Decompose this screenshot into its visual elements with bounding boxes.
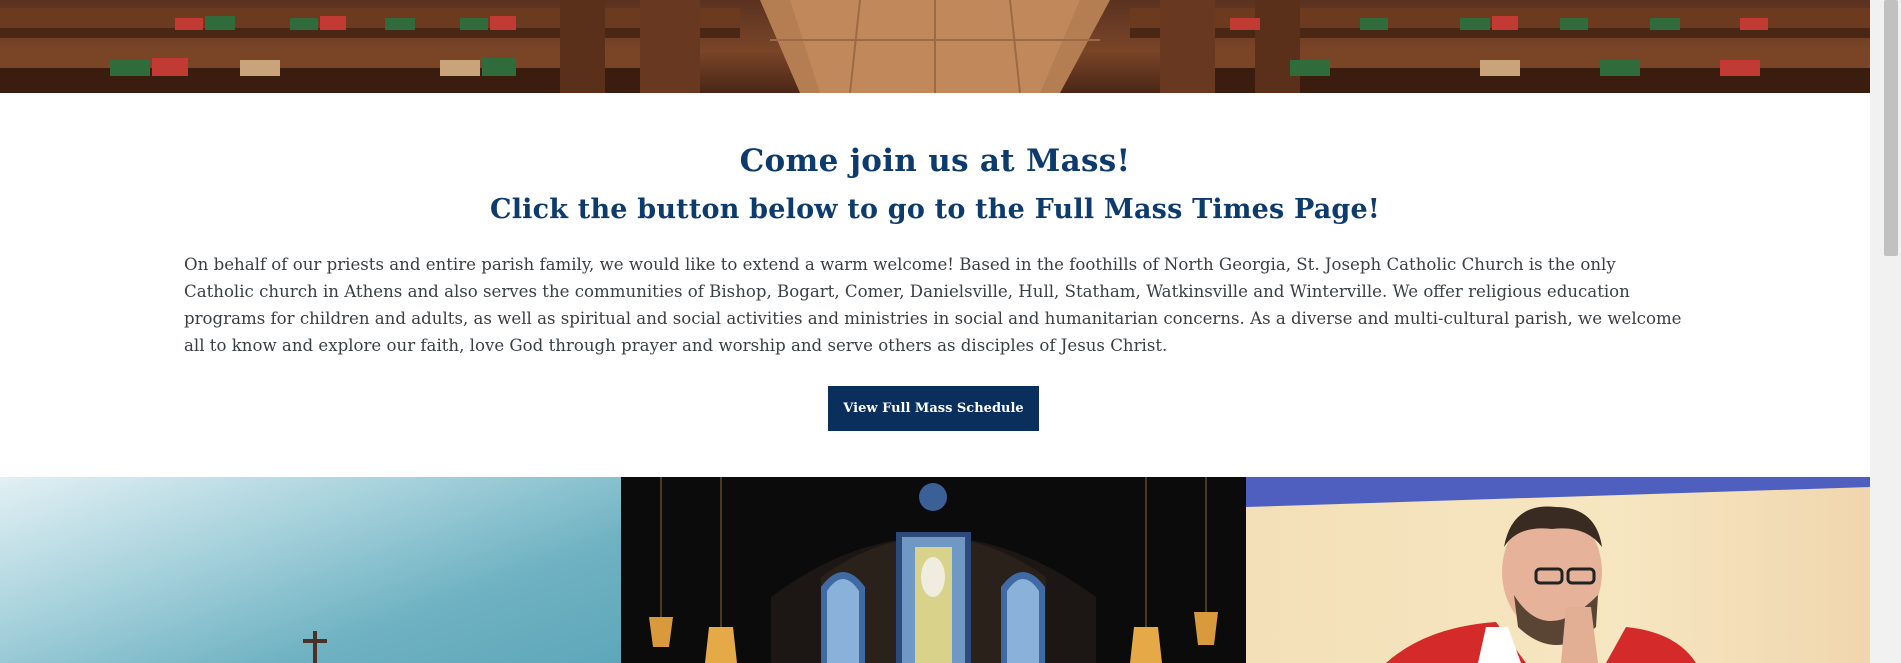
stained-glass-interior-photo	[621, 477, 1246, 663]
page-scrollbar[interactable]	[1870, 0, 1901, 663]
priest-praying-photo	[1246, 477, 1870, 663]
welcome-paragraph: On behalf of our priests and entire pari…	[184, 255, 1682, 355]
steeple-cross-photo	[0, 477, 621, 663]
mass-subheading: Click the button below to go to the Full…	[490, 194, 1380, 225]
photo-row	[0, 477, 1870, 663]
page: Come join us at Mass! Click the button b…	[0, 0, 1901, 663]
view-mass-schedule-button[interactable]: View Full Mass Schedule	[828, 386, 1039, 431]
mass-heading: Come join us at Mass!	[739, 143, 1131, 179]
content-area: Come join us at Mass! Click the button b…	[0, 0, 1870, 663]
scrollbar-thumb[interactable]	[1884, 0, 1898, 256]
hero-banner-image	[0, 0, 1870, 93]
welcome-section: Come join us at Mass! Click the button b…	[0, 93, 1870, 477]
